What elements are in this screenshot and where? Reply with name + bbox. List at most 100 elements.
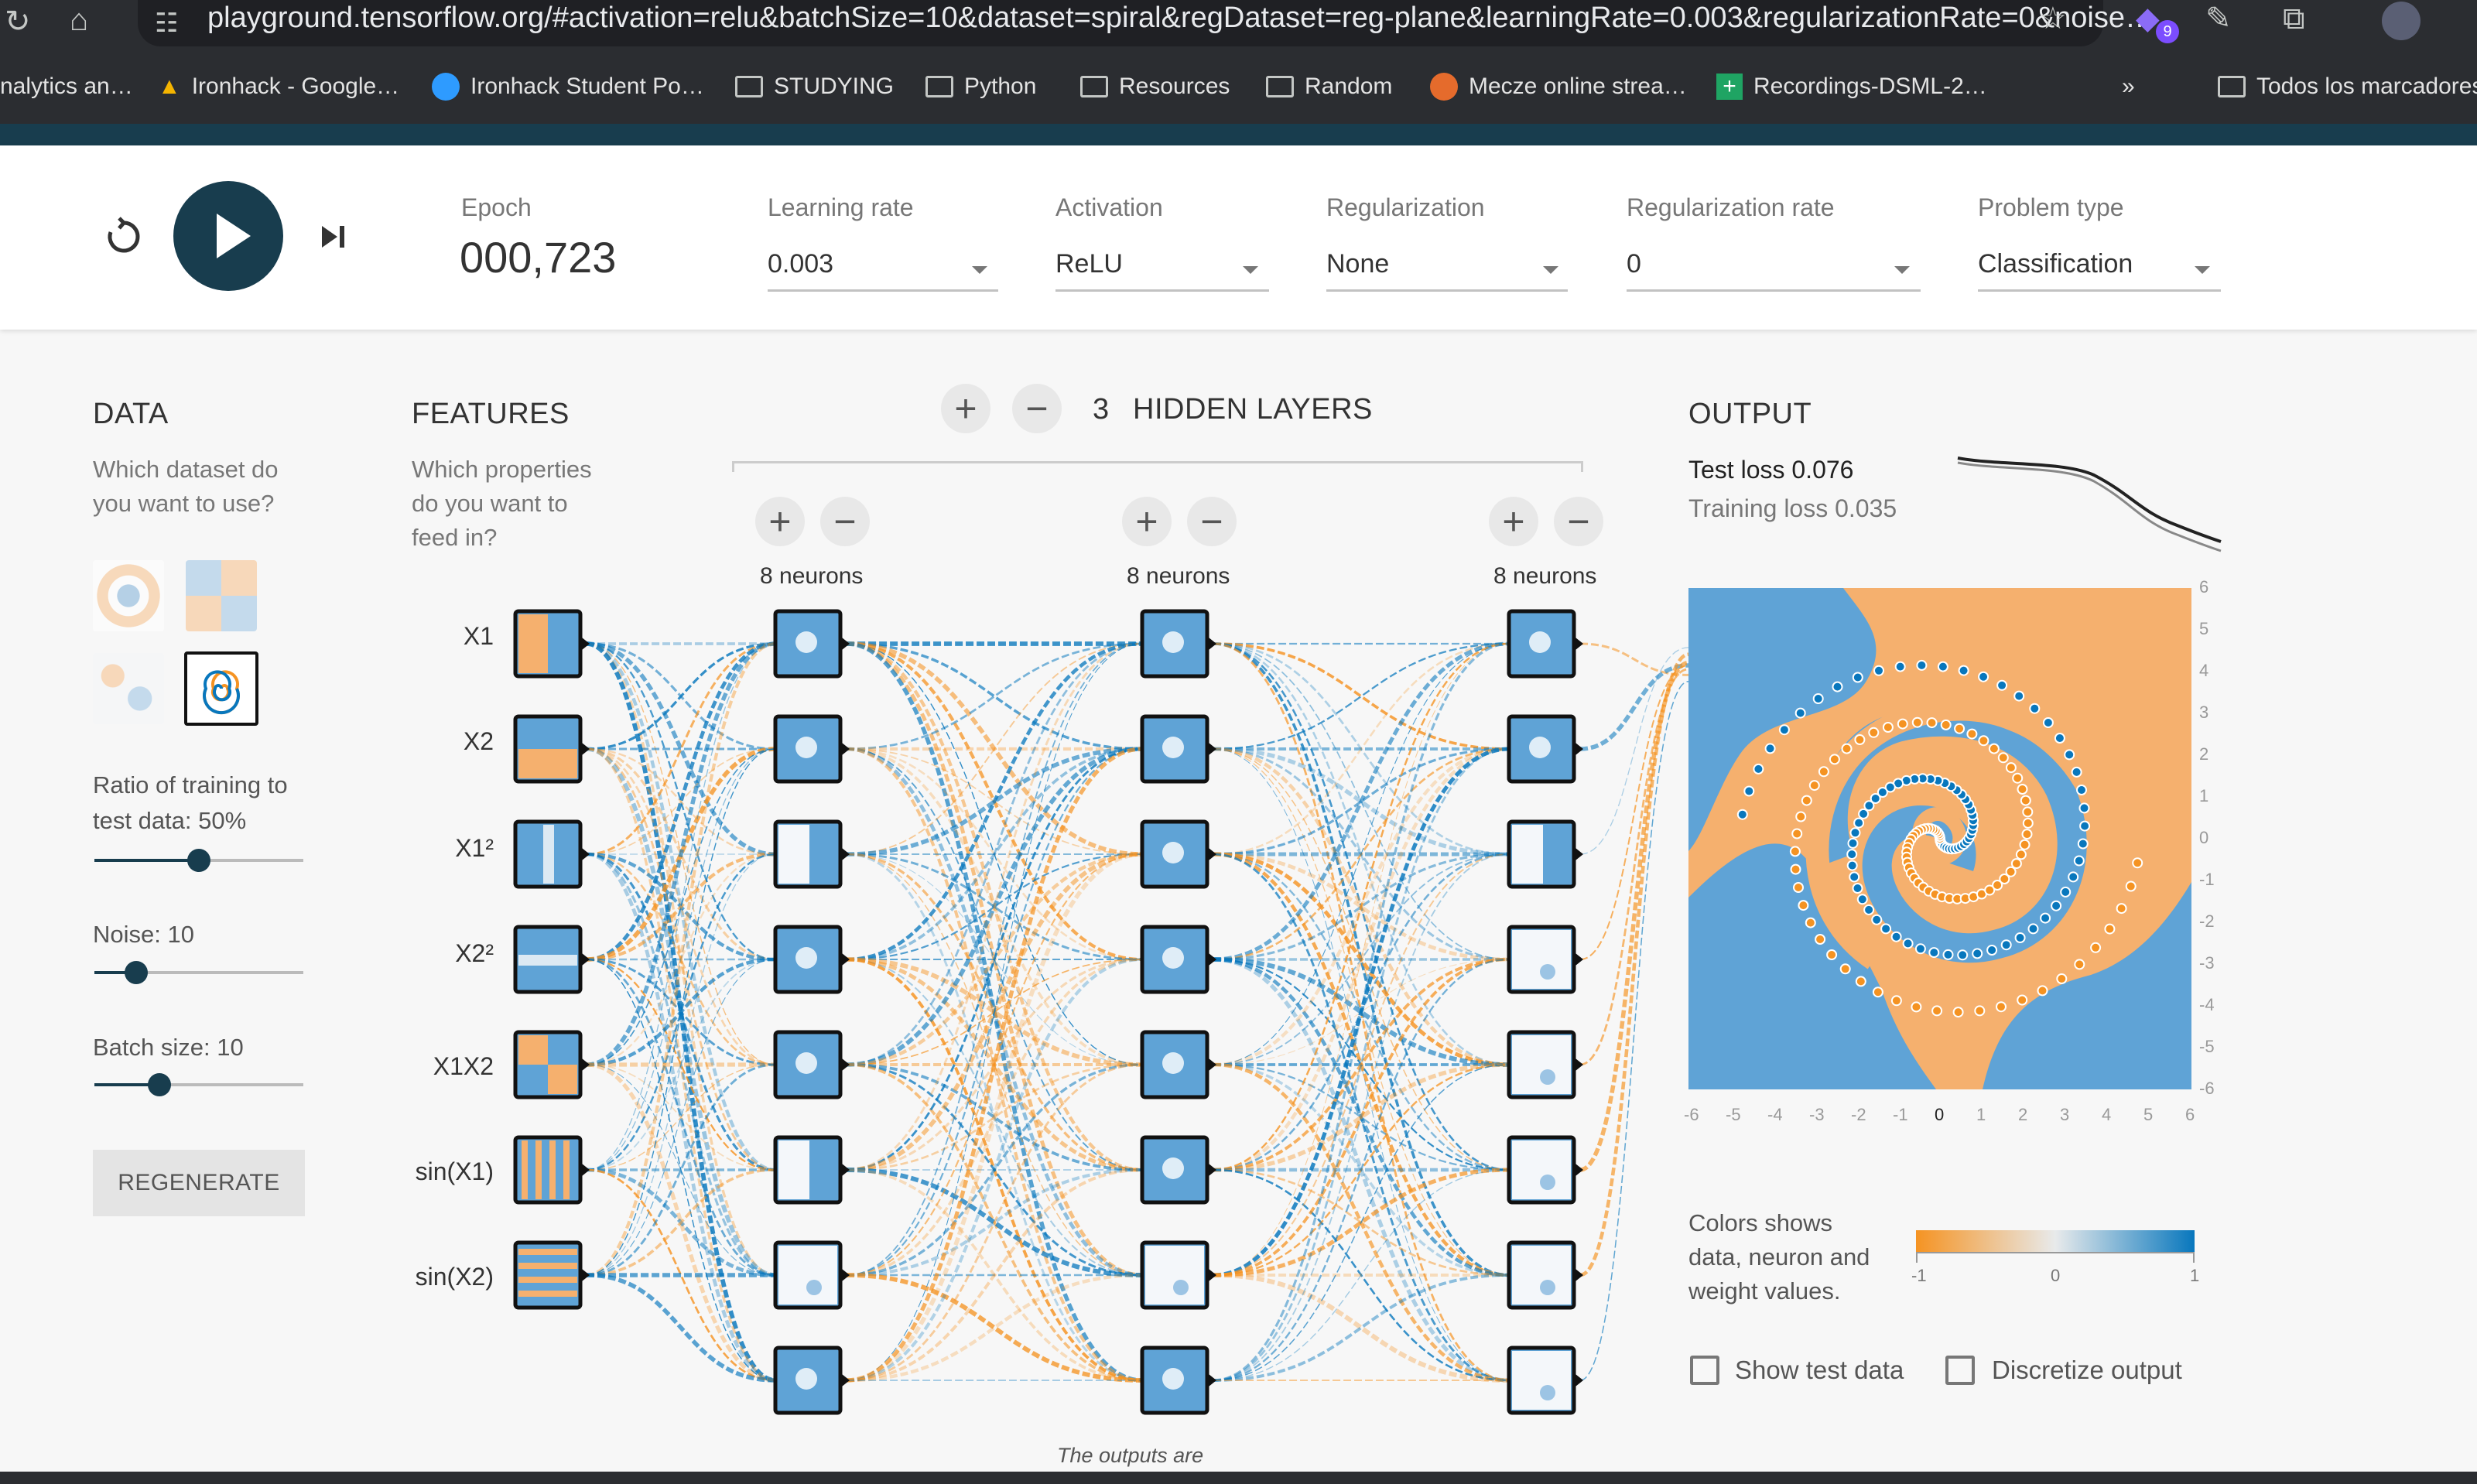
weight-link[interactable] [846, 1063, 1143, 1382]
x-tick-label: -2 [1851, 1105, 1866, 1124]
weight-link[interactable] [1213, 642, 1510, 751]
data-point [1872, 986, 1883, 998]
x-tick-label: 3 [2060, 1105, 2070, 1124]
weight-link[interactable] [1213, 1274, 1510, 1382]
hidden-neuron[interactable] [1507, 609, 1583, 679]
hidden-neuron[interactable] [1140, 925, 1216, 994]
bottom-scrollbar[interactable] [0, 1472, 2477, 1484]
hidden-neuron[interactable] [1507, 925, 1583, 994]
weight-link[interactable] [1213, 1064, 1510, 1381]
weight-link[interactable] [1213, 642, 1510, 751]
feature-node[interactable] [513, 1030, 590, 1099]
discretize-output-checkbox[interactable] [1945, 1356, 1975, 1385]
y-tick-label: -5 [2199, 1037, 2215, 1056]
hidden-neuron[interactable] [1140, 819, 1216, 889]
data-point [2056, 973, 2068, 984]
data-point [2005, 762, 2017, 774]
data-point [1855, 976, 1866, 987]
data-point [1978, 671, 1989, 682]
feature-node[interactable] [513, 609, 590, 679]
show-test-data-label[interactable]: Show test data [1735, 1356, 1904, 1385]
weight-link[interactable] [1213, 641, 1510, 962]
hidden-neuron[interactable] [1140, 714, 1216, 784]
hidden-neuron[interactable] [1140, 1135, 1216, 1205]
data-point [1880, 923, 1892, 935]
x-tick-label: 4 [2102, 1105, 2112, 1124]
hidden-neuron[interactable] [1507, 819, 1583, 889]
data-point [1753, 763, 1764, 774]
data-point [1942, 949, 1954, 960]
hidden-neuron[interactable] [773, 1135, 850, 1205]
weight-link[interactable] [846, 642, 1143, 751]
hidden-neuron[interactable] [773, 1346, 850, 1415]
data-point [2014, 932, 2026, 943]
y-tick-label: 2 [2199, 744, 2209, 764]
weight-link[interactable] [846, 642, 1143, 1171]
data-point [1778, 724, 1790, 736]
hidden-neuron[interactable] [1140, 609, 1216, 679]
hidden-neuron[interactable] [773, 925, 850, 994]
hidden-neuron[interactable] [1507, 714, 1583, 784]
hidden-neuron[interactable] [773, 819, 850, 889]
training-loss: Training loss 0.035 [1688, 494, 1897, 522]
data-point [1868, 727, 1880, 738]
show-test-data-checkbox[interactable] [1690, 1356, 1719, 1385]
data-point [1856, 894, 1868, 905]
data-point [1839, 963, 1851, 975]
data-point [1978, 735, 1989, 747]
weight-link[interactable] [1213, 642, 1510, 1171]
data-point [1986, 945, 1998, 956]
data-point [1926, 717, 1938, 729]
data-point [2077, 838, 2089, 850]
x-tick-label: 5 [2143, 1105, 2154, 1124]
feature-node[interactable] [513, 1135, 590, 1205]
hidden-neuron[interactable] [1140, 1346, 1216, 1415]
weight-link[interactable] [1213, 853, 1510, 1381]
data-point [2022, 806, 2034, 818]
hidden-neuron[interactable] [773, 1240, 850, 1310]
data-point [2078, 802, 2090, 814]
y-tick-label: 1 [2199, 786, 2209, 805]
y-tick-label: -4 [2199, 995, 2215, 1014]
data-point [2013, 690, 2025, 702]
weight-link[interactable] [846, 642, 1143, 751]
discretize-output-label[interactable]: Discretize output [1992, 1356, 2182, 1385]
hidden-neuron[interactable] [1507, 1240, 1583, 1310]
x-tick-label: -6 [1684, 1105, 1699, 1124]
data-point [1826, 949, 1838, 960]
feature-node[interactable] [513, 819, 590, 889]
data-point [1832, 681, 1843, 692]
data-point [2042, 717, 2054, 728]
data-point [1790, 863, 1801, 875]
data-point [1863, 904, 1875, 915]
weight-link[interactable] [1579, 668, 1689, 1066]
data-point [2027, 923, 2039, 935]
hidden-neuron[interactable] [773, 1030, 850, 1099]
hidden-neuron[interactable] [1140, 1030, 1216, 1099]
x-tick-label: -5 [1726, 1105, 1741, 1124]
data-point [1928, 947, 1940, 959]
feature-node[interactable] [513, 714, 590, 784]
data-point [1871, 914, 1883, 925]
weight-link[interactable] [1579, 660, 1689, 1172]
feature-node[interactable] [513, 925, 590, 994]
hidden-neuron[interactable] [773, 714, 850, 784]
data-point [1902, 938, 1914, 949]
hidden-neuron[interactable] [1507, 1346, 1583, 1415]
weight-link[interactable] [846, 641, 1143, 962]
weight-link[interactable] [1213, 1273, 1510, 1383]
weight-link[interactable] [1579, 680, 1689, 1381]
hidden-neuron[interactable] [773, 609, 850, 679]
hidden-neuron[interactable] [1140, 1240, 1216, 1310]
outputs-note: The outputs are [1057, 1444, 1204, 1467]
output-title: OUTPUT [1688, 398, 1812, 430]
data-point [1897, 718, 1908, 730]
data-point [2073, 855, 2085, 867]
test-loss: Test loss 0.076 [1688, 456, 1854, 484]
weight-link[interactable] [846, 852, 1143, 1383]
data-point [1847, 837, 1859, 849]
data-point [2090, 942, 2102, 953]
hidden-neuron[interactable] [1507, 1030, 1583, 1099]
feature-node[interactable] [513, 1240, 590, 1310]
hidden-neuron[interactable] [1507, 1135, 1583, 1205]
